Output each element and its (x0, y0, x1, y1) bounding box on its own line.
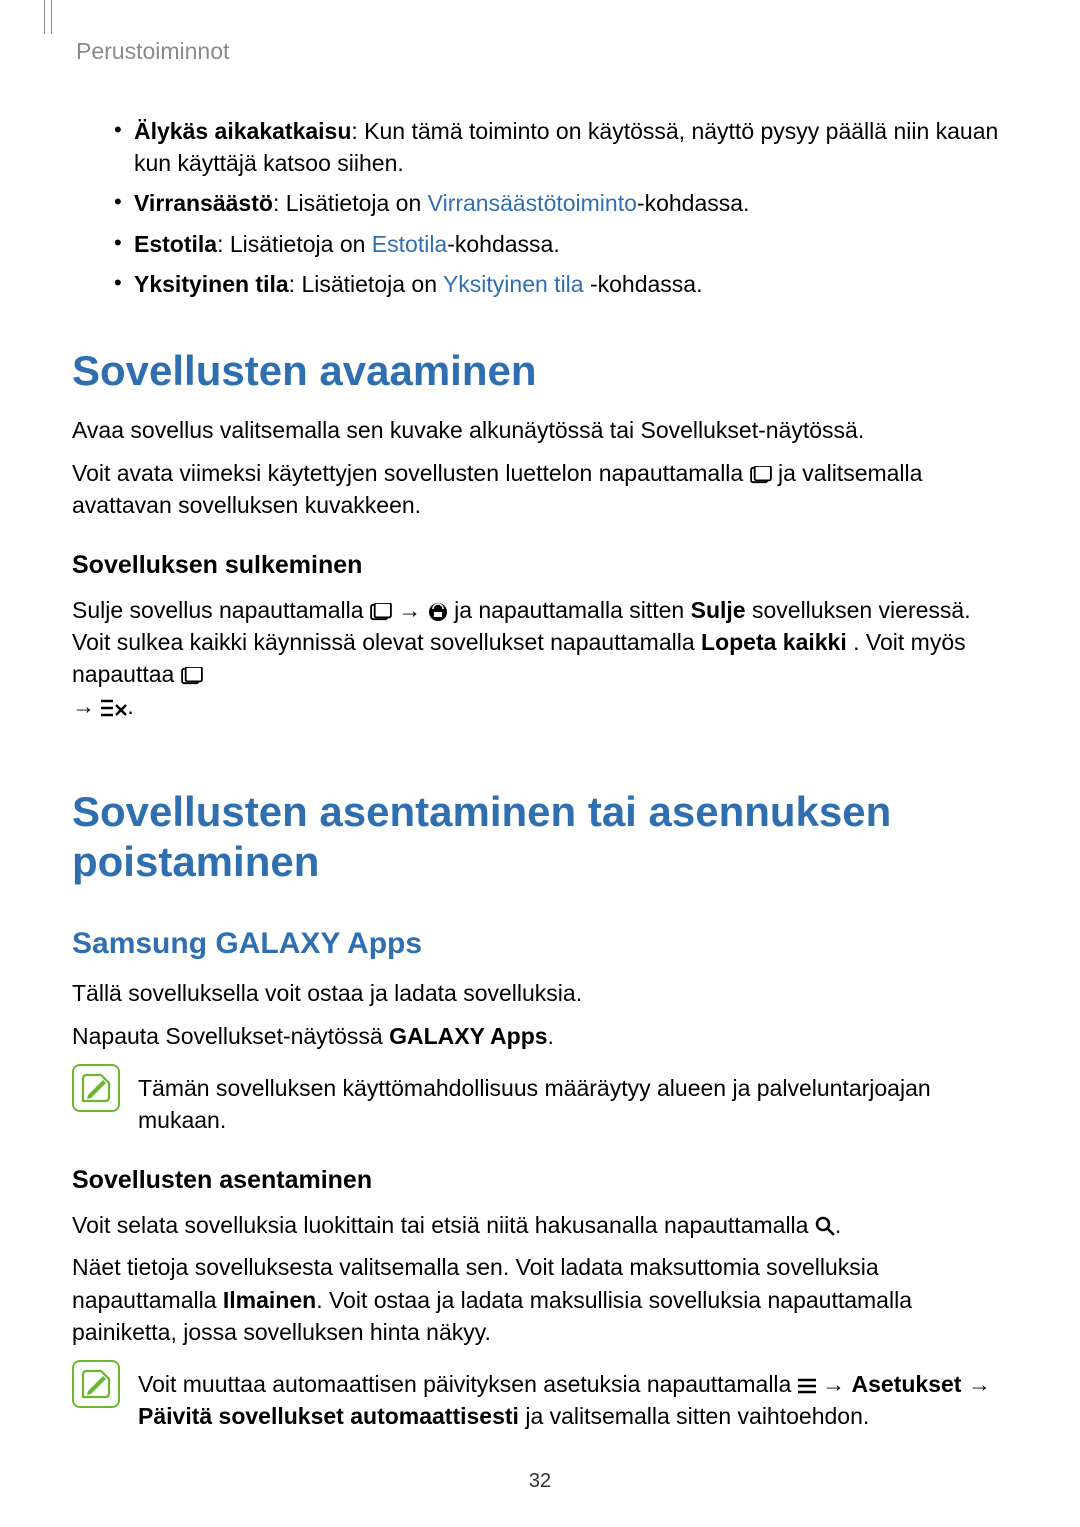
heading-open-apps: Sovellusten avaaminen (72, 346, 1008, 396)
text: Sulje sovellus napauttamalla (72, 597, 370, 623)
arrow-icon: → (398, 597, 421, 623)
item-bold: Virransäästö (134, 190, 273, 216)
bold-text: Sulje (691, 597, 746, 623)
list-item: Älykäs aikakatkaisu: Kun tämä toiminto o… (114, 115, 1008, 179)
text: Voit selata sovelluksia luokittain tai e… (72, 1212, 815, 1238)
item-bold: Älykäs aikakatkaisu (134, 118, 351, 144)
item-link[interactable]: Yksityinen tila (443, 271, 584, 297)
section-header: Perustoiminnot (76, 38, 1008, 65)
text: . (127, 693, 133, 719)
page-number: 32 (0, 1470, 1080, 1493)
list-item: Estotila: Lisätietoja on Estotila-kohdas… (114, 228, 1008, 260)
bold-text: Ilmainen (223, 1287, 316, 1313)
note-text: Tämän sovelluksen käyttömahdollisuus mää… (138, 1064, 1008, 1136)
text: . (835, 1212, 841, 1238)
subheading-galaxy-apps: Samsung GALAXY Apps (72, 927, 1008, 961)
list-item: Yksityinen tila: Lisätietoja on Yksityin… (114, 268, 1008, 300)
note-text: Voit muuttaa automaattisen päivityksen a… (138, 1360, 1008, 1432)
paragraph: Näet tietoja sovelluksesta valitsemalla … (72, 1251, 1008, 1348)
search-icon (815, 1216, 835, 1236)
text: Voit avata viimeksi käytettyjen sovellus… (72, 460, 750, 486)
text: Voit muuttaa automaattisen päivityksen a… (138, 1371, 798, 1397)
text: ja valitsemalla sitten vaihtoehdon. (519, 1403, 869, 1429)
paragraph: Voit selata sovelluksia luokittain tai e… (72, 1209, 1008, 1241)
item-bold: Estotila (134, 231, 217, 257)
text: . (548, 1023, 554, 1049)
feature-list: Älykäs aikakatkaisu: Kun tämä toiminto o… (72, 115, 1008, 300)
item-pre: : Lisätietoja on (273, 190, 428, 216)
list-item: Virransäästö: Lisätietoja on Virransääst… (114, 187, 1008, 219)
task-manager-icon (428, 602, 448, 622)
arrow-icon: → (72, 693, 95, 719)
subheading-install: Sovellusten asentaminen (72, 1166, 1008, 1195)
bold-text: Asetukset (852, 1371, 962, 1397)
note-block: Tämän sovelluksen käyttömahdollisuus mää… (72, 1064, 1008, 1136)
bold-text: GALAXY Apps (389, 1023, 547, 1049)
note-icon (72, 1360, 120, 1408)
recent-apps-icon (181, 667, 203, 685)
paragraph: Napauta Sovellukset-näytössä GALAXY Apps… (72, 1020, 1008, 1052)
bold-text: Päivitä sovellukset automaattisesti (138, 1403, 519, 1429)
arrow-icon: → (968, 1371, 991, 1397)
text: ja napauttamalla sitten (454, 597, 691, 623)
recent-apps-icon (370, 603, 392, 621)
item-post: -kohdassa. (584, 271, 703, 297)
item-pre: : Lisätietoja on (289, 271, 443, 297)
tab-marker (44, 0, 52, 34)
item-post: -kohdassa. (637, 190, 750, 216)
close-all-icon (101, 698, 127, 718)
item-link[interactable]: Estotila (372, 231, 447, 257)
document-page: Perustoiminnot Älykäs aikakatkaisu: Kun … (0, 0, 1080, 1432)
paragraph: Tällä sovelluksella voit ostaa ja ladata… (72, 977, 1008, 1009)
recent-apps-icon (750, 466, 772, 484)
item-post: -kohdassa. (447, 231, 560, 257)
paragraph: Avaa sovellus valitsemalla sen kuvake al… (72, 414, 1008, 446)
bold-text: Lopeta kaikki (701, 629, 847, 655)
note-block: Voit muuttaa automaattisen päivityksen a… (72, 1360, 1008, 1432)
paragraph: Voit avata viimeksi käytettyjen sovellus… (72, 457, 1008, 521)
item-pre: : Lisätietoja on (217, 231, 372, 257)
menu-icon (798, 1378, 816, 1394)
item-link[interactable]: Virransäästötoiminto (428, 190, 637, 216)
item-bold: Yksityinen tila (134, 271, 289, 297)
subheading-close-app: Sovelluksen sulkeminen (72, 551, 1008, 580)
paragraph: Sulje sovellus napauttamalla → ja napaut… (72, 594, 1008, 723)
heading-install-apps: Sovellusten asentaminen tai asennuksen p… (72, 787, 1008, 888)
arrow-icon: → (822, 1371, 845, 1397)
note-icon (72, 1064, 120, 1112)
text: Napauta Sovellukset-näytössä (72, 1023, 389, 1049)
